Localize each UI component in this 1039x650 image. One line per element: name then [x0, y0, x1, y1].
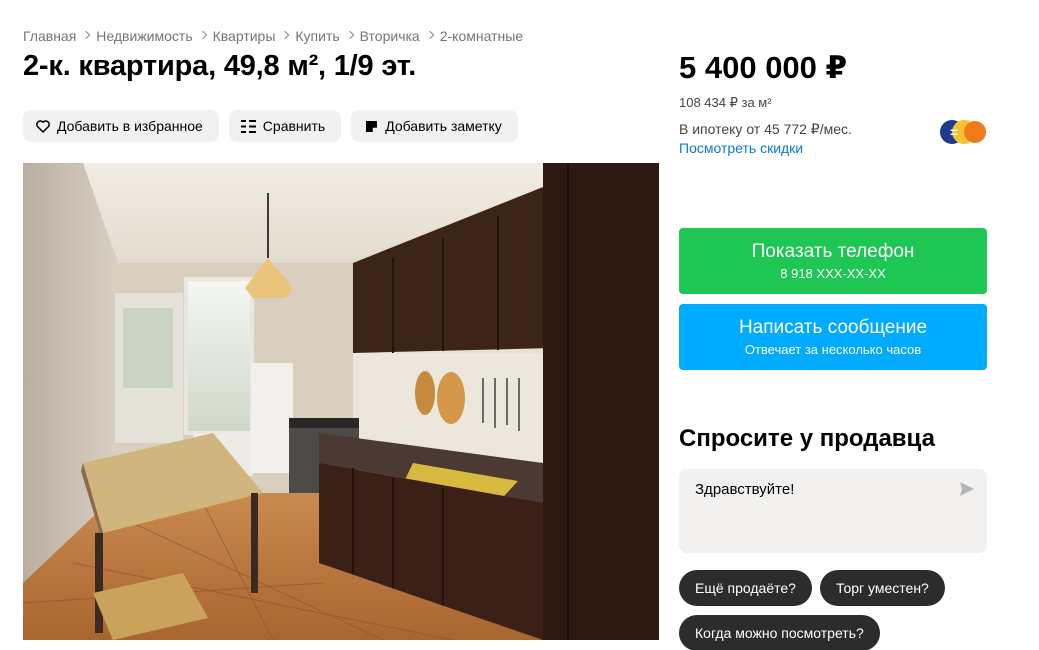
add-favorite-label: Добавить в избранное — [57, 118, 203, 134]
ask-seller-message: Здравствуйте! — [695, 481, 795, 498]
compare-label: Сравнить — [262, 118, 326, 134]
view-discounts-link[interactable]: Посмотреть скидки — [679, 140, 803, 156]
add-favorite-button[interactable]: Добавить в избранное — [23, 110, 219, 142]
price-total: 5 400 000 ₽ — [679, 50, 848, 85]
svg-text:=: = — [950, 124, 958, 140]
compare-button[interactable]: Сравнить — [228, 110, 342, 142]
note-icon — [363, 118, 379, 134]
write-message-button[interactable]: Написать сообщение Отвечает за несколько… — [679, 304, 987, 370]
listing-photo[interactable] — [23, 163, 659, 640]
breadcrumb-realty[interactable]: Недвижимость — [96, 28, 192, 44]
compare-icon — [241, 118, 257, 134]
heart-icon — [35, 118, 51, 134]
breadcrumb: Главная Недвижимость Квартиры Купить Вто… — [23, 28, 523, 44]
mortgage-info: В ипотеку от 45 772 ₽/мес. — [679, 121, 852, 137]
chevron-right-icon — [82, 30, 91, 40]
listing-actions: Добавить в избранное Сравнить Добавить з… — [23, 110, 518, 142]
chevron-right-icon — [198, 30, 207, 40]
breadcrumb-apartments[interactable]: Квартиры — [213, 28, 276, 44]
send-icon[interactable] — [959, 481, 975, 497]
bank-logo[interactable]: = — [939, 119, 987, 145]
add-note-button[interactable]: Добавить заметку — [351, 110, 518, 142]
chip-bargain[interactable]: Торг уместен? — [820, 570, 945, 606]
chevron-right-icon — [281, 30, 290, 40]
show-phone-label: Показать телефон — [751, 241, 915, 262]
breadcrumb-two-room[interactable]: 2-комнатные — [440, 28, 523, 44]
chip-viewing-time[interactable]: Когда можно посмотреть? — [679, 615, 880, 650]
chevron-right-icon — [425, 30, 434, 40]
phone-number-masked: 8 918 XXX-XX-XX — [780, 266, 886, 281]
ask-seller-input[interactable]: Здравствуйте! — [679, 469, 987, 553]
price-per-sqm: 108 434 ₽ за м² — [679, 95, 772, 110]
write-message-label: Написать сообщение — [738, 317, 928, 338]
add-note-label: Добавить заметку — [385, 118, 502, 134]
ask-seller-title: Спросите у продавца — [679, 425, 935, 452]
response-time-label: Отвечает за несколько часов — [744, 342, 922, 357]
breadcrumb-buy[interactable]: Купить — [295, 28, 339, 44]
page-title: 2-к. квартира, 49,8 м², 1/9 эт. — [23, 50, 417, 82]
chevron-right-icon — [345, 30, 354, 40]
chip-still-selling[interactable]: Ещё продаёте? — [679, 570, 812, 606]
breadcrumb-secondary[interactable]: Вторичка — [360, 28, 420, 44]
breadcrumb-home[interactable]: Главная — [23, 28, 76, 44]
show-phone-button[interactable]: Показать телефон 8 918 XXX-XX-XX — [679, 228, 987, 294]
